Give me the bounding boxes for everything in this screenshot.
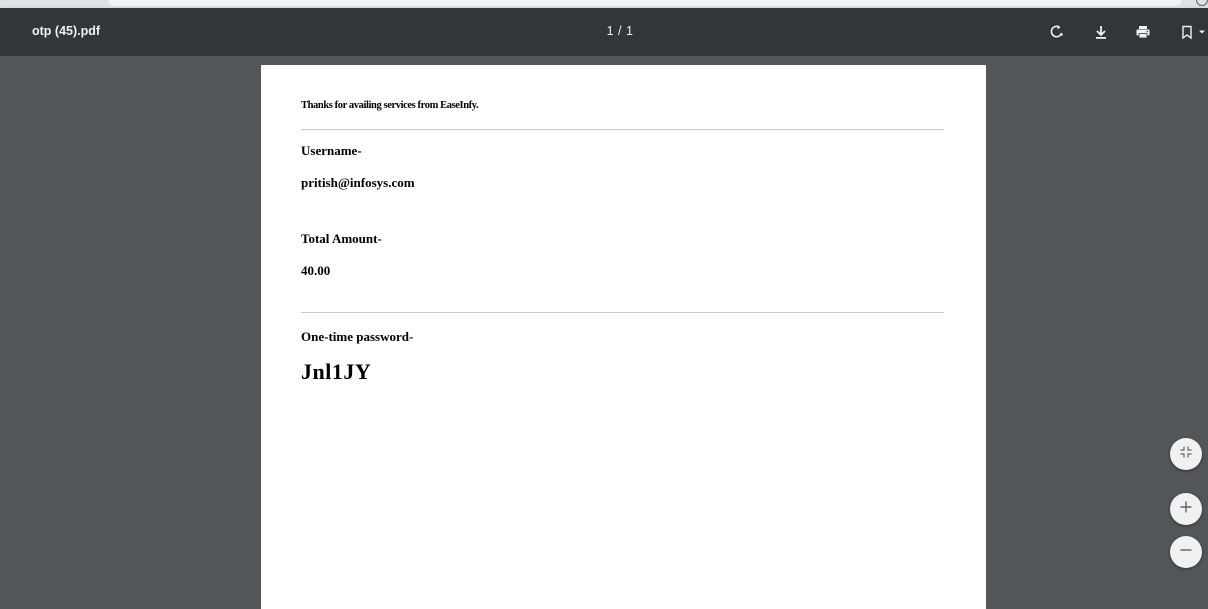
zoom-in-button[interactable]	[1170, 493, 1202, 525]
total-amount-label: Total Amount-	[301, 231, 382, 246]
otp-value: Jnl1JY	[301, 359, 372, 384]
document-title: otp (45).pdf	[32, 24, 101, 38]
rotate-icon	[1049, 24, 1065, 40]
download-icon	[1093, 24, 1109, 40]
fit-to-page-icon	[1179, 445, 1193, 464]
fit-to-page-button[interactable]	[1170, 438, 1202, 470]
print-icon	[1135, 24, 1151, 40]
username-value: pritish@infosys.com	[301, 175, 415, 190]
page-indicator: 1 / 1	[606, 24, 634, 38]
address-bar[interactable]	[108, 0, 1182, 6]
total-amount-value: 40.00	[301, 263, 331, 278]
divider	[301, 129, 944, 130]
pdf-viewer[interactable]: Thanks for availing services from EaseIn…	[0, 56, 1208, 609]
pdf-toolbar: otp (45).pdf 1 / 1	[0, 8, 1208, 56]
divider	[301, 312, 944, 313]
bookmark-icon	[1179, 24, 1205, 40]
zoom-in-icon	[1179, 500, 1193, 519]
download-button[interactable]	[1089, 20, 1113, 44]
username-label: Username-	[301, 143, 362, 158]
otp-label: One-time password-	[301, 329, 414, 344]
profile-icon[interactable]	[1196, 0, 1208, 6]
thanks-line: Thanks for availing services from EaseIn…	[301, 100, 479, 111]
browser-strip	[0, 0, 1208, 8]
rotate-button[interactable]	[1045, 20, 1069, 44]
print-button[interactable]	[1131, 20, 1155, 44]
bookmark-button[interactable]	[1176, 20, 1208, 44]
zoom-out-button[interactable]	[1170, 536, 1202, 568]
pdf-page: Thanks for availing services from EaseIn…	[261, 65, 986, 609]
zoom-out-icon	[1179, 543, 1193, 562]
